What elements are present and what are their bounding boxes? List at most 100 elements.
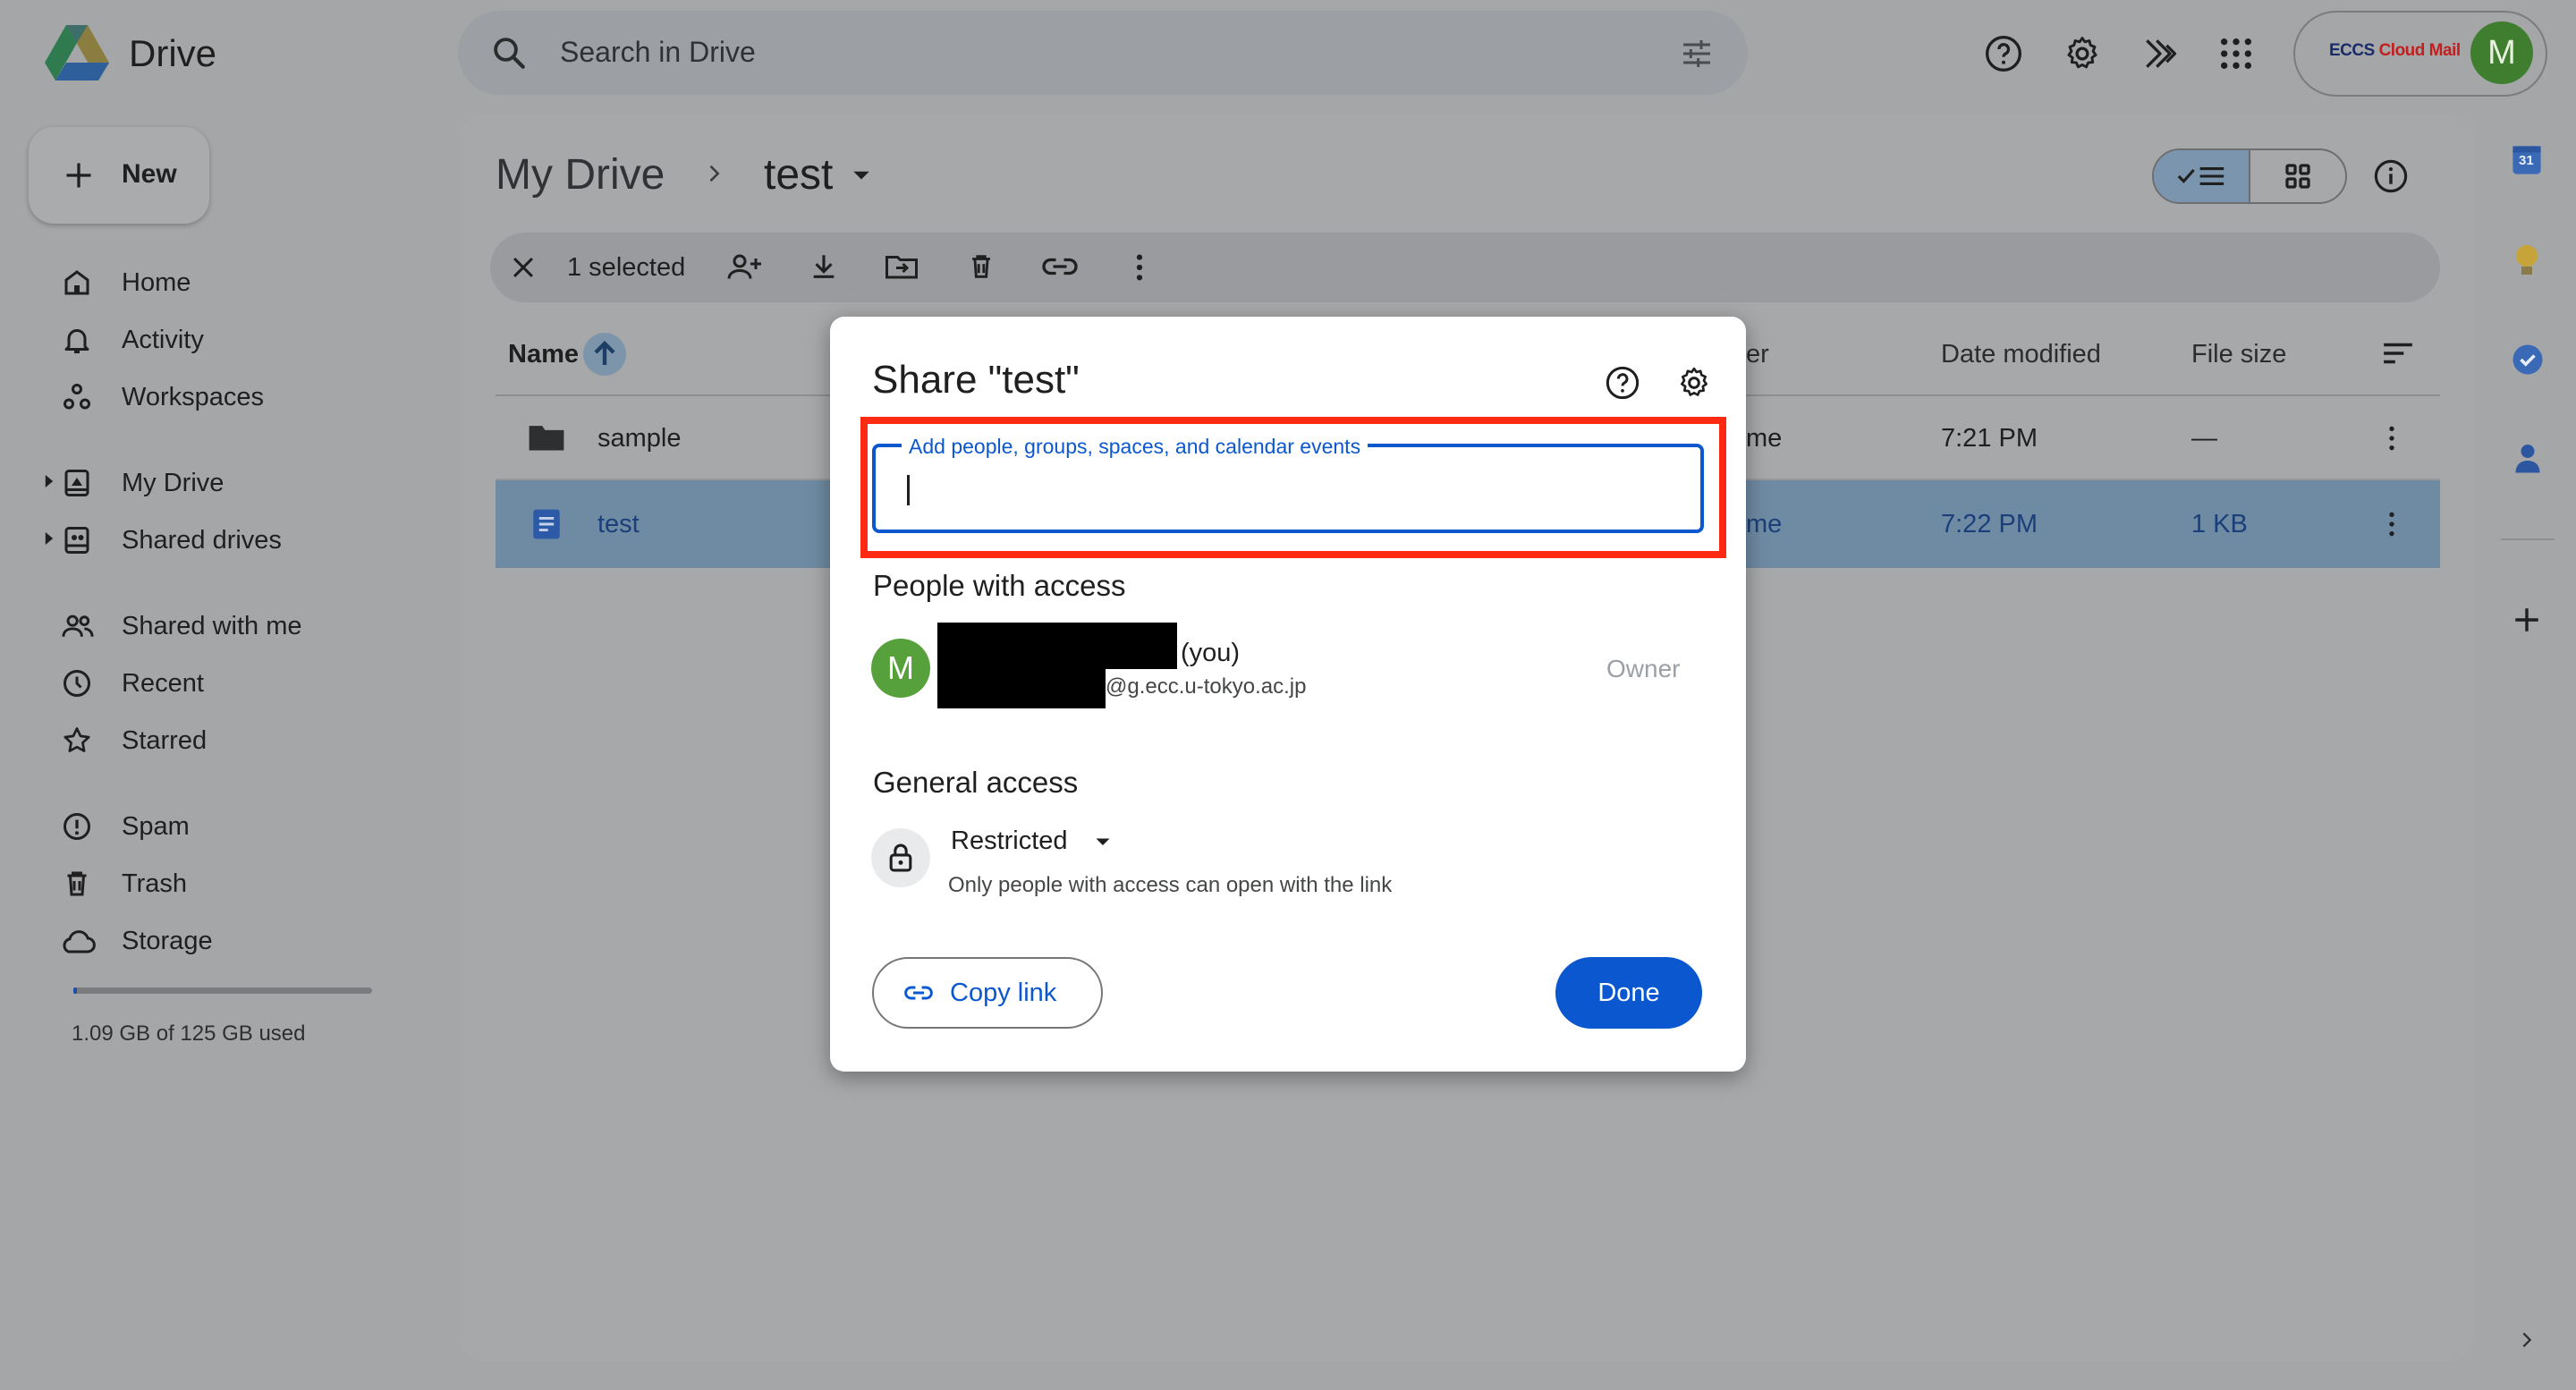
sidebar-item-trash[interactable]: Trash [57, 864, 397, 905]
help-icon[interactable] [1605, 365, 1640, 401]
expand-icon[interactable] [43, 472, 55, 490]
done-button[interactable]: Done [1555, 957, 1702, 1029]
sidebar-item-label: Storage [122, 927, 213, 955]
sidebar-item-label: Activity [122, 326, 204, 354]
storage-bar [73, 987, 372, 994]
settings-icon[interactable] [2063, 34, 2102, 73]
workspaces-icon [61, 381, 93, 413]
sidebar-item-storage[interactable]: Storage [57, 921, 397, 962]
dropdown-arrow-icon[interactable] [852, 170, 871, 182]
new-button[interactable] [29, 127, 209, 224]
breadcrumb-current[interactable]: test [764, 150, 833, 199]
my-drive-icon [61, 467, 93, 499]
file-owner: me [1746, 510, 1783, 538]
sidebar-item-home[interactable]: Home [57, 263, 397, 304]
sidebar-item-label: Starred [122, 726, 208, 755]
app-name[interactable]: Drive [129, 32, 216, 75]
calendar-icon[interactable]: 31 [2512, 145, 2542, 175]
sort-ascending-icon[interactable] [583, 333, 626, 376]
redacted-email [937, 667, 1106, 708]
person-role: Owner [1606, 655, 1681, 682]
column-header-date-modified[interactable]: Date modified [1941, 340, 2101, 369]
add-icon[interactable] [2512, 605, 2542, 635]
sidebar-item-recent[interactable]: Recent [57, 664, 397, 705]
trash-icon [61, 868, 93, 900]
view-toggle[interactable] [2152, 148, 2347, 204]
home-icon [61, 267, 93, 299]
column-header-name[interactable]: Name [508, 340, 579, 369]
avatar: M [871, 639, 930, 698]
calendar-day: 31 [2519, 153, 2534, 168]
expand-icon[interactable] [43, 530, 55, 547]
sidebar-item-label: Shared with me [122, 612, 302, 640]
bell-icon [61, 324, 93, 356]
tasks-icon[interactable] [2512, 343, 2544, 376]
column-header-file-size[interactable]: File size [2191, 340, 2286, 369]
divider [2501, 538, 2555, 540]
sidebar-item-shared-with-me[interactable]: Shared with me [57, 606, 397, 648]
sidebar-item-label: Trash [122, 869, 188, 898]
trash-icon[interactable] [966, 250, 996, 283]
link-icon [903, 982, 934, 1004]
help-icon[interactable] [1984, 34, 2023, 73]
sidebar-item-workspaces[interactable]: Workspaces [57, 377, 397, 419]
sidebar-item-activity[interactable]: Activity [57, 320, 397, 361]
file-name[interactable]: test [597, 510, 640, 539]
avatar[interactable]: M [2470, 21, 2533, 84]
access-description: Only people with access can open with th… [948, 873, 1393, 897]
file-name[interactable]: sample [597, 424, 682, 453]
plus-icon [63, 159, 95, 191]
grid-view-button[interactable] [2250, 150, 2345, 202]
gemini-icon[interactable] [2140, 34, 2181, 73]
apps-grid-icon[interactable] [2218, 36, 2254, 72]
sidebar-item-spam[interactable]: Spam [57, 807, 397, 848]
search-input[interactable]: Search in Drive [560, 36, 756, 69]
redacted-name [937, 623, 1177, 669]
storage-bar-fill [73, 987, 77, 994]
new-button-label: New [122, 159, 177, 189]
more-vert-icon[interactable] [2383, 424, 2401, 453]
people-icon [61, 610, 95, 642]
sidebar-item-label: Spam [122, 812, 190, 841]
sidebar-item-starred[interactable]: Starred [57, 721, 397, 762]
download-icon[interactable] [809, 250, 839, 283]
side-panel [2478, 107, 2576, 1390]
settings-icon[interactable] [1676, 365, 1712, 401]
sidebar-item-my-drive[interactable]: My Drive [57, 463, 397, 504]
file-size: — [2191, 424, 2217, 453]
sidebar-item-label: Workspaces [122, 383, 265, 411]
chevron-right-icon [701, 161, 726, 186]
sidebar-item-shared-drives[interactable]: Shared drives [57, 521, 397, 562]
file-size: 1 KB [2191, 510, 2248, 538]
close-icon[interactable] [508, 252, 538, 283]
column-header-owner[interactable]: er [1746, 340, 1769, 369]
search-icon[interactable] [490, 34, 528, 72]
list-view-button[interactable] [2154, 150, 2250, 202]
move-to-folder-icon[interactable] [884, 250, 919, 283]
person-you-label: (you) [1181, 639, 1241, 667]
share-person-add-icon[interactable] [726, 250, 764, 283]
link-icon[interactable] [1041, 252, 1079, 281]
info-icon[interactable] [2372, 157, 2410, 195]
spam-icon [61, 810, 93, 843]
general-access-heading: General access [873, 766, 1079, 799]
contacts-icon[interactable] [2513, 442, 2542, 474]
lock-icon [871, 828, 930, 887]
sort-options-icon[interactable] [2381, 340, 2415, 367]
breadcrumb-root[interactable]: My Drive [496, 150, 665, 199]
keep-icon[interactable] [2513, 243, 2540, 279]
file-date: 7:21 PM [1941, 424, 2038, 453]
drive-logo-icon[interactable] [45, 23, 109, 82]
storage-usage-text: 1.09 GB of 125 GB used [72, 1021, 306, 1046]
search-options-icon[interactable] [1678, 36, 1716, 72]
file-date: 7:22 PM [1941, 510, 2038, 538]
more-vert-icon[interactable] [1129, 252, 1150, 283]
shared-drives-icon [61, 524, 93, 556]
selection-count: 1 selected [567, 253, 686, 282]
access-level-dropdown[interactable]: Restricted [951, 826, 1068, 856]
dropdown-arrow-icon[interactable] [1095, 837, 1111, 848]
chevron-right-icon[interactable] [2517, 1327, 2537, 1352]
sidebar-item-label: Shared drives [122, 526, 282, 555]
star-icon [61, 725, 93, 757]
more-vert-icon[interactable] [2383, 510, 2401, 538]
